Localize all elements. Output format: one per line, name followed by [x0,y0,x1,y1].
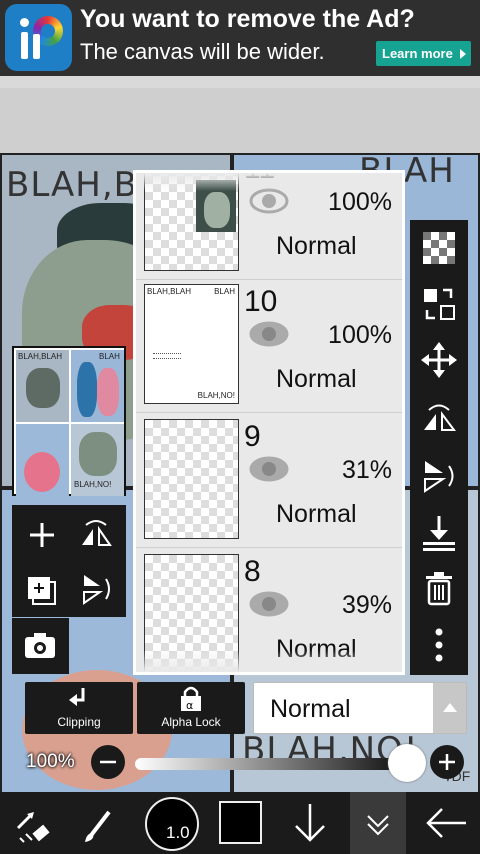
thumbnail-text-1: BLAH,BLAH [18,352,63,361]
ad-title: You want to remove the Ad? [80,5,415,33]
canvas-text-1: BLAH,B [6,165,139,205]
thumb-text-bottom: BLAH,NO! [197,391,235,400]
brush-size-value: 1.0 [166,823,190,842]
thumb-text-right: BLAH [214,287,235,296]
layer-number: 10 [244,285,278,318]
layer-opacity: 31% [341,456,392,484]
layer-opacity: 100% [328,188,392,216]
alpha-lock-button[interactable]: α Alpha Lock [137,682,245,734]
eye-icon[interactable] [249,454,289,484]
layer-tools-right [410,220,468,675]
thumbnail-panel-1: BLAH,BLAH [16,350,69,422]
ad-banner[interactable]: You want to remove the Ad? The canvas wi… [0,0,480,76]
opacity-slider-handle[interactable] [388,744,426,782]
thumbnail-text-3: BLAH,NO! [74,480,112,489]
down-arrow-icon[interactable] [288,792,333,854]
flip-horizontal-icon[interactable] [419,398,459,438]
alpha-lock-icon: α [181,686,201,712]
collapse-button[interactable] [350,792,406,854]
learn-more-button[interactable]: Learn more [376,41,471,66]
thumbnail-panel-3 [16,424,69,496]
layer-thumbnail: BLAH,BLAH BLAH BLAH,NO! [144,284,239,404]
layer-number: 8 [244,555,261,588]
decrease-opacity-button[interactable] [91,745,125,779]
camera-button[interactable] [12,618,69,674]
transparency-icon[interactable] [419,228,459,268]
svg-text:α: α [186,699,193,712]
thumbnail-text-2: BLAH [99,352,120,361]
thumbnail-panel-4: BLAH,NO! [71,424,124,496]
eye-icon[interactable] [249,319,289,349]
flip-vertical-icon[interactable] [76,569,116,609]
canvas-thumbnail[interactable]: BLAH,BLAH BLAH BLAH,NO! [12,346,126,496]
ibispaint-logo-icon[interactable] [5,4,72,71]
panel-fade-bottom [136,650,402,672]
layer-blend-mode: Normal [276,500,357,528]
flip-horizontal-icon[interactable] [76,515,116,555]
flip-vertical-icon[interactable] [419,456,459,496]
layer-row-10[interactable]: BLAH,BLAH BLAH BLAH,NO! 10 100% Normal [136,281,402,413]
layer-tools-left [12,505,126,617]
learn-more-label: Learn more [382,46,453,61]
blend-mode-value: Normal [270,695,351,723]
thumb-text-left: BLAH,BLAH [147,287,192,296]
color-swatch[interactable] [219,801,262,844]
panel-fade-top [136,173,402,191]
camera-icon [25,633,55,658]
trash-icon[interactable] [419,568,459,608]
clipping-button[interactable]: Clipping [25,682,133,734]
chevron-down-icon [367,815,389,836]
plus-icon [439,754,455,770]
layer-row-9[interactable]: 9 31% Normal [136,416,402,548]
chevron-right-icon [460,49,466,59]
merge-down-icon[interactable] [419,512,459,552]
layer-number: 9 [244,420,261,453]
layer-thumbnail [144,419,239,539]
layers-panel[interactable]: 11 100% Normal BLAH,BLAH BLAH BLAH,NO! 1… [133,170,405,675]
opacity-slider[interactable] [135,758,403,770]
eye-icon[interactable] [249,589,289,619]
tool-selector-icon[interactable] [8,792,58,854]
layer-opacity: 39% [341,591,392,619]
brush-icon[interactable] [75,792,125,854]
swap-layer-icon[interactable] [419,284,459,324]
alpha-lock-label: Alpha Lock [161,715,221,729]
layer-blend-mode: Normal [276,232,357,260]
dropdown-arrow-icon[interactable] [433,683,466,733]
thumbnail-panel-2: BLAH [71,350,124,422]
clipping-label: Clipping [57,715,101,729]
blend-mode-select[interactable]: Normal [253,682,467,734]
ibispaint-screen: You want to remove the Ad? The canvas wi… [0,0,480,854]
increase-opacity-button[interactable] [430,745,464,779]
ad-subtitle: The canvas will be wider. [80,39,325,64]
canvas-margin [0,76,480,154]
back-arrow-icon[interactable] [420,792,475,854]
layer-opacity: 100% [328,321,392,349]
layer-blend-mode: Normal [276,365,357,393]
more-vertical-icon[interactable] [419,625,459,665]
move-icon[interactable] [419,340,459,380]
clipping-icon [69,688,85,706]
add-layer-icon[interactable] [22,515,62,555]
minus-icon [100,760,116,764]
opacity-label: 100% [26,751,75,772]
add-copy-layer-icon[interactable] [22,569,62,609]
